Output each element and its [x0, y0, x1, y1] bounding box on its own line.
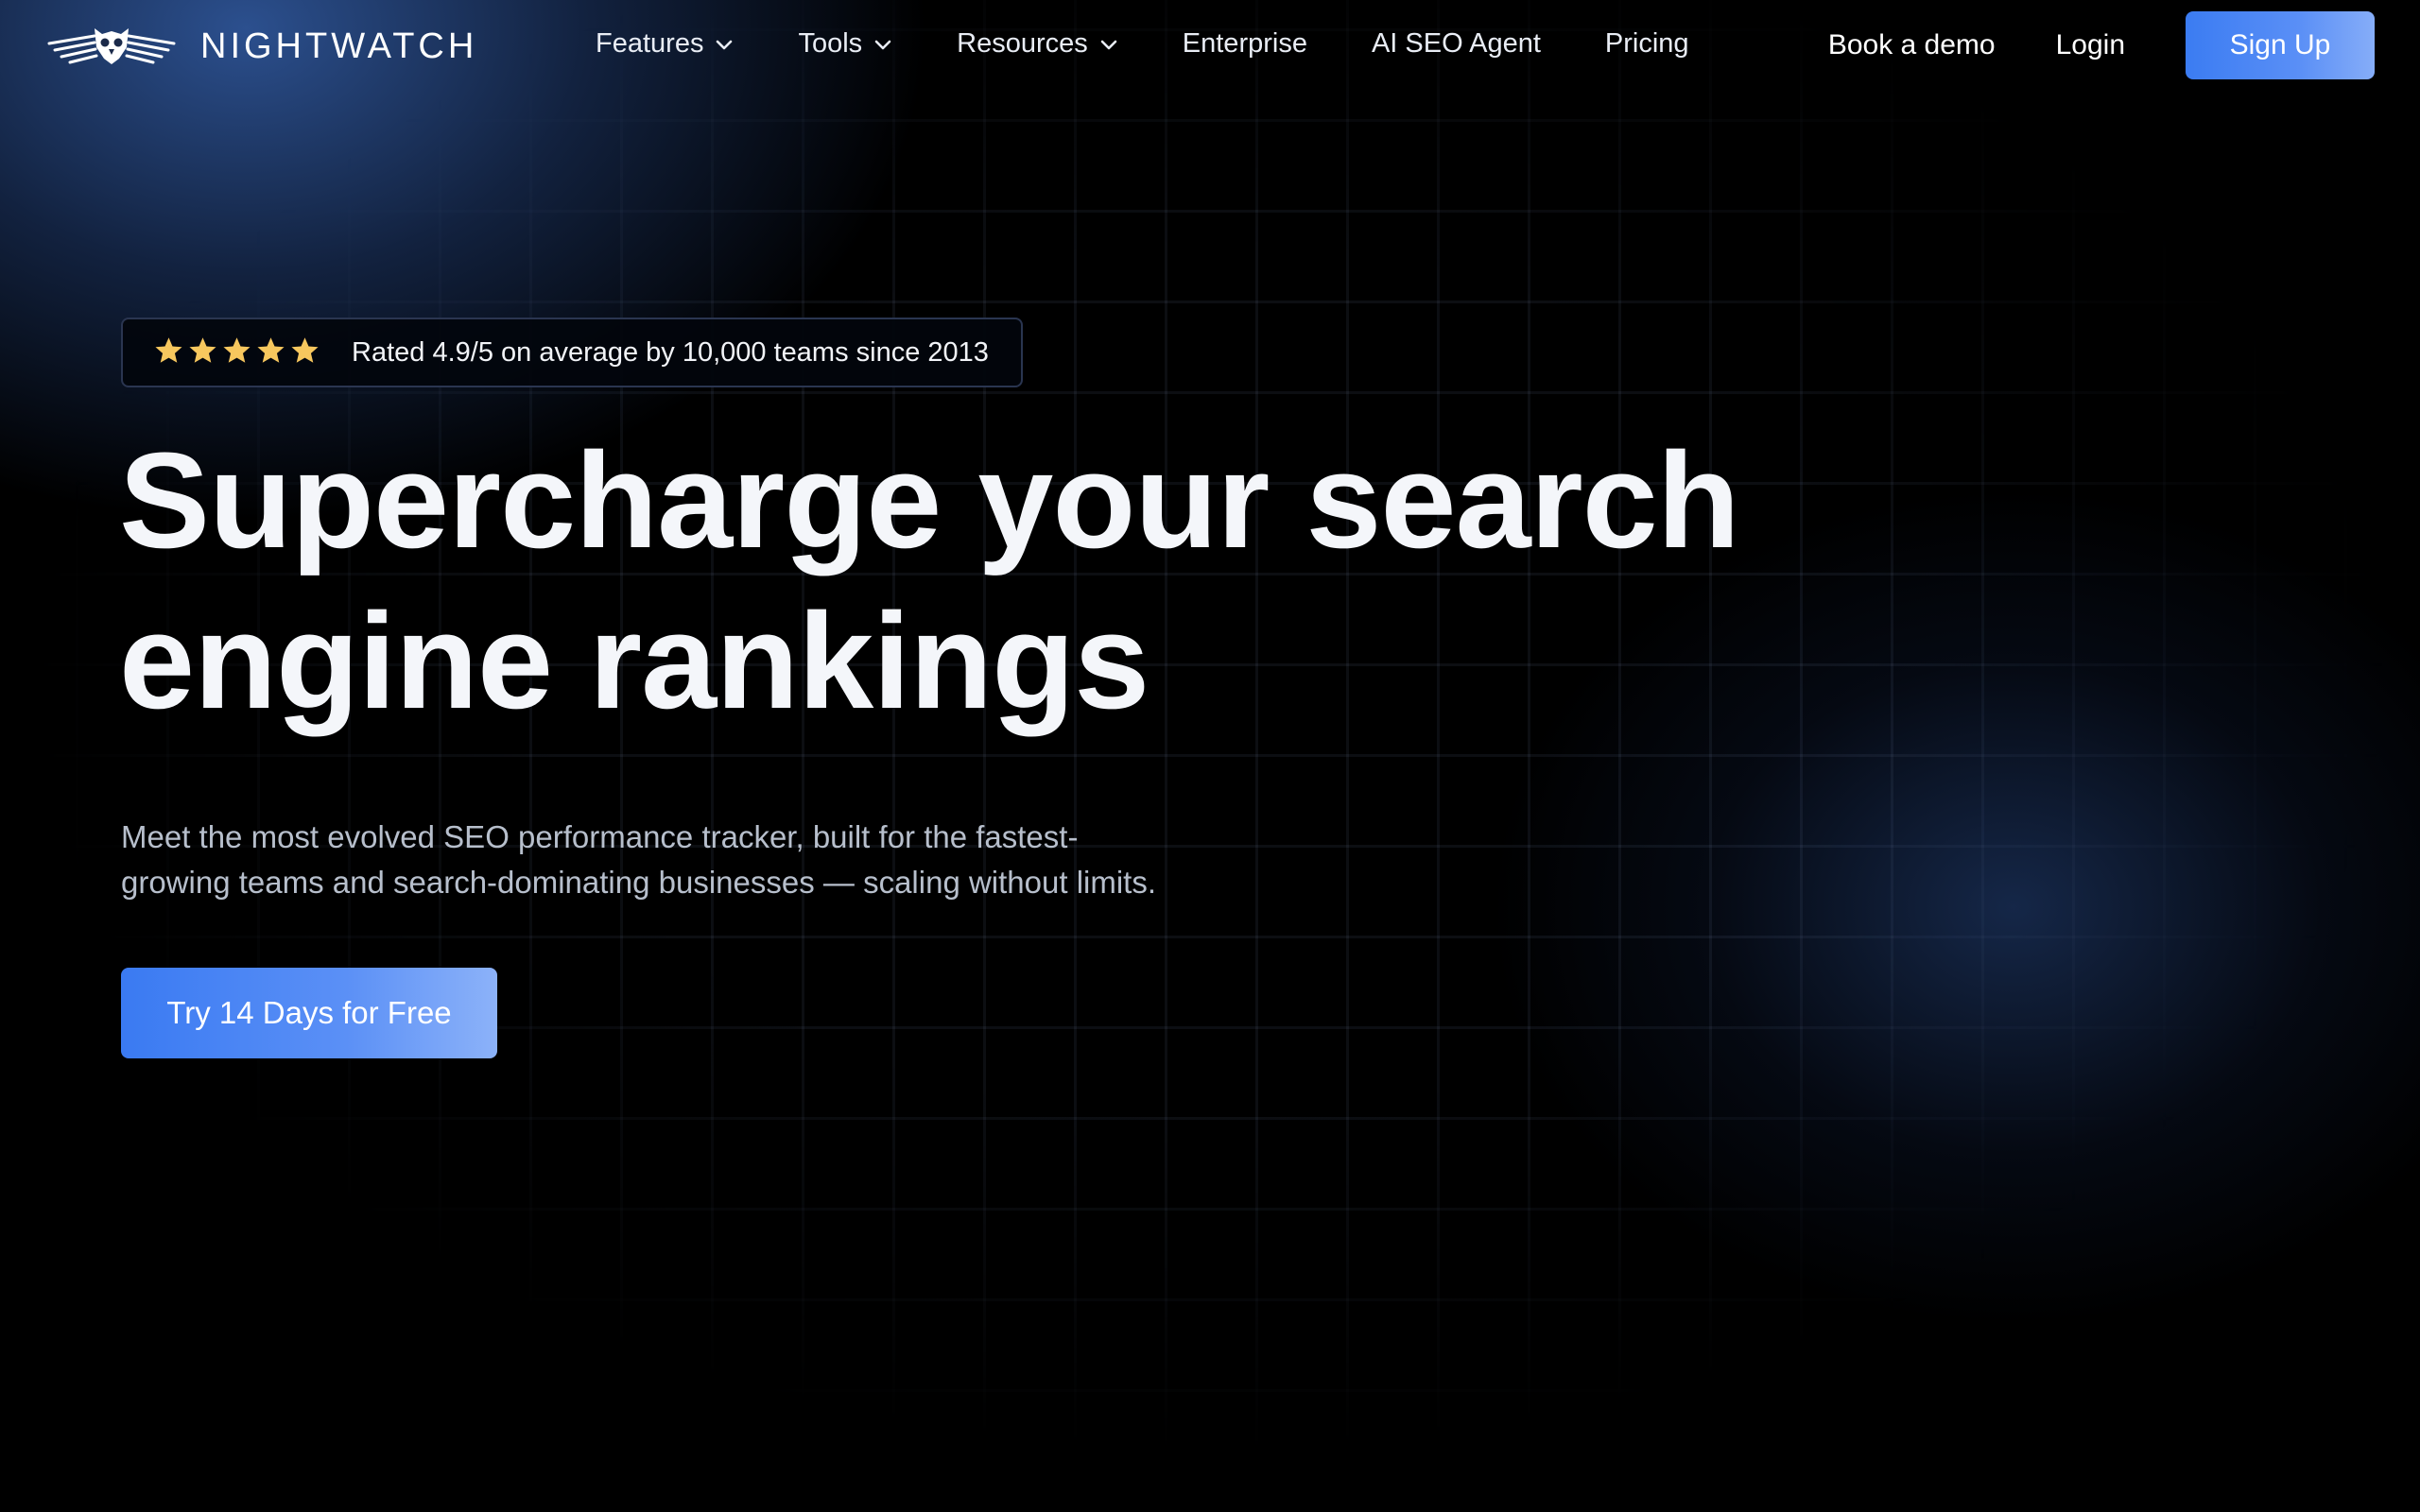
hero-subtext: Meet the most evolved SEO performance tr… [121, 815, 1274, 905]
landing-page: NIGHTWATCH Features Tools Resources Ente… [0, 0, 2420, 1512]
star-icon [289, 335, 320, 370]
nav-item-tools[interactable]: Tools [798, 28, 892, 60]
chevron-down-icon [715, 28, 734, 60]
subtext-line-1: Meet the most evolved SEO performance tr… [121, 819, 1079, 854]
star-icon [187, 335, 218, 370]
main-nav: Features Tools Resources Enterprise AI S… [596, 25, 1754, 62]
rating-text: Rated 4.9/5 on average by 10,000 teams s… [352, 336, 989, 368]
subtext-line-2: growing teams and search-dominating busi… [121, 865, 1157, 900]
sign-up-button[interactable]: Sign Up [2186, 11, 2375, 79]
background-grid [0, 0, 2420, 1512]
headline-line-1: Supercharge your search [119, 424, 1740, 576]
nav-item-label: Enterprise [1182, 27, 1307, 59]
nav-item-label: Pricing [1604, 27, 1689, 59]
nav-item-label: Features [596, 27, 704, 59]
nav-actions: Book a demo Login Sign Up [1828, 11, 2375, 79]
star-icon [255, 335, 286, 370]
nav-item-pricing[interactable]: Pricing [1605, 28, 1689, 60]
rating-badge: Rated 4.9/5 on average by 10,000 teams s… [121, 318, 1023, 387]
nav-item-label: Resources [957, 27, 1088, 59]
owl-wings-logo-icon [45, 23, 178, 70]
chevron-down-icon [1099, 28, 1118, 60]
nav-item-resources[interactable]: Resources [957, 28, 1118, 60]
hero-headline: Supercharge your search engine rankings [119, 421, 1915, 742]
nav-item-label: AI SEO Agent [1371, 27, 1541, 59]
nav-item-enterprise[interactable]: Enterprise [1183, 28, 1307, 60]
nav-item-label: Tools [798, 27, 863, 59]
star-icon [221, 335, 252, 370]
brand-name: NIGHTWATCH [200, 26, 478, 66]
headline-line-2: engine rankings [119, 585, 1150, 737]
nav-item-features[interactable]: Features [596, 28, 734, 60]
try-free-button[interactable]: Try 14 Days for Free [121, 968, 497, 1058]
nav-item-ai-seo-agent[interactable]: AI SEO Agent [1372, 28, 1541, 60]
top-navbar: NIGHTWATCH Features Tools Resources Ente… [0, 0, 2420, 91]
brand-logo[interactable]: NIGHTWATCH [45, 21, 477, 72]
rating-stars [153, 335, 323, 370]
chevron-down-icon [873, 28, 892, 60]
book-demo-link[interactable]: Book a demo [1828, 29, 1996, 61]
star-icon [153, 335, 184, 370]
login-link[interactable]: Login [2056, 29, 2125, 61]
